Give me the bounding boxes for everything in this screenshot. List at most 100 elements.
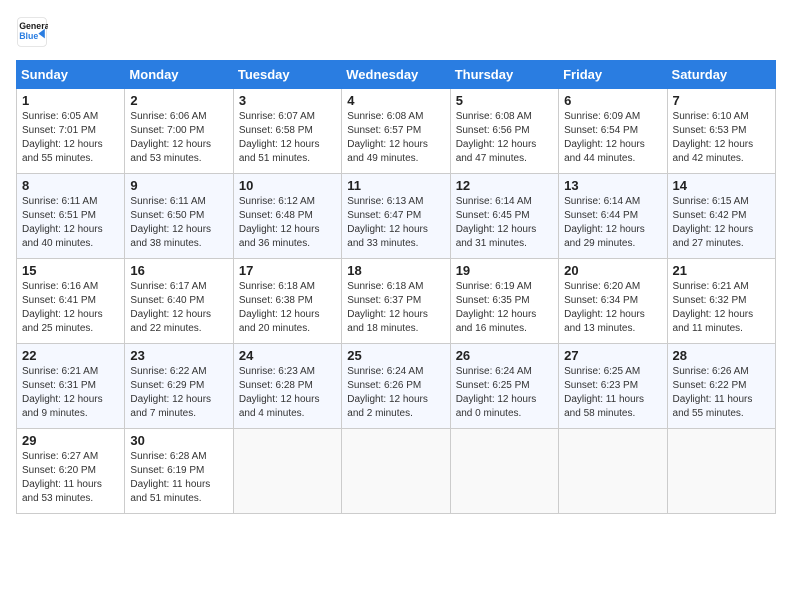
day-number: 23	[130, 348, 227, 363]
calendar-cell: 1 Sunrise: 6:05 AM Sunset: 7:01 PM Dayli…	[17, 89, 125, 174]
weekday-header-friday: Friday	[559, 61, 667, 89]
cell-info: Sunrise: 6:05 AM Sunset: 7:01 PM Dayligh…	[22, 110, 119, 166]
cell-info: Sunrise: 6:09 AM Sunset: 6:54 PM Dayligh…	[564, 110, 661, 166]
weekday-header-wednesday: Wednesday	[342, 61, 450, 89]
calendar-week-4: 22 Sunrise: 6:21 AM Sunset: 6:31 PM Dayl…	[17, 344, 776, 429]
cell-info: Sunrise: 6:06 AM Sunset: 7:00 PM Dayligh…	[130, 110, 227, 166]
calendar-cell: 10 Sunrise: 6:12 AM Sunset: 6:48 PM Dayl…	[233, 174, 341, 259]
calendar-cell: 12 Sunrise: 6:14 AM Sunset: 6:45 PM Dayl…	[450, 174, 558, 259]
day-number: 3	[239, 93, 336, 108]
calendar-cell: 7 Sunrise: 6:10 AM Sunset: 6:53 PM Dayli…	[667, 89, 775, 174]
day-number: 28	[673, 348, 770, 363]
cell-info: Sunrise: 6:23 AM Sunset: 6:28 PM Dayligh…	[239, 365, 336, 421]
calendar-cell: 9 Sunrise: 6:11 AM Sunset: 6:50 PM Dayli…	[125, 174, 233, 259]
cell-info: Sunrise: 6:26 AM Sunset: 6:22 PM Dayligh…	[673, 365, 770, 421]
calendar-cell: 30 Sunrise: 6:28 AM Sunset: 6:19 PM Dayl…	[125, 429, 233, 514]
day-number: 20	[564, 263, 661, 278]
day-number: 22	[22, 348, 119, 363]
calendar-week-2: 8 Sunrise: 6:11 AM Sunset: 6:51 PM Dayli…	[17, 174, 776, 259]
cell-info: Sunrise: 6:18 AM Sunset: 6:37 PM Dayligh…	[347, 280, 444, 336]
calendar-table: SundayMondayTuesdayWednesdayThursdayFrid…	[16, 60, 776, 514]
weekday-header-saturday: Saturday	[667, 61, 775, 89]
cell-info: Sunrise: 6:20 AM Sunset: 6:34 PM Dayligh…	[564, 280, 661, 336]
calendar-week-5: 29 Sunrise: 6:27 AM Sunset: 6:20 PM Dayl…	[17, 429, 776, 514]
day-number: 17	[239, 263, 336, 278]
weekday-header-tuesday: Tuesday	[233, 61, 341, 89]
calendar-cell: 18 Sunrise: 6:18 AM Sunset: 6:37 PM Dayl…	[342, 259, 450, 344]
cell-info: Sunrise: 6:24 AM Sunset: 6:25 PM Dayligh…	[456, 365, 553, 421]
day-number: 25	[347, 348, 444, 363]
calendar-cell: 15 Sunrise: 6:16 AM Sunset: 6:41 PM Dayl…	[17, 259, 125, 344]
day-number: 1	[22, 93, 119, 108]
day-number: 26	[456, 348, 553, 363]
calendar-cell: 25 Sunrise: 6:24 AM Sunset: 6:26 PM Dayl…	[342, 344, 450, 429]
calendar-cell: 28 Sunrise: 6:26 AM Sunset: 6:22 PM Dayl…	[667, 344, 775, 429]
calendar-cell: 14 Sunrise: 6:15 AM Sunset: 6:42 PM Dayl…	[667, 174, 775, 259]
calendar-cell: 23 Sunrise: 6:22 AM Sunset: 6:29 PM Dayl…	[125, 344, 233, 429]
cell-info: Sunrise: 6:07 AM Sunset: 6:58 PM Dayligh…	[239, 110, 336, 166]
calendar-cell: 20 Sunrise: 6:20 AM Sunset: 6:34 PM Dayl…	[559, 259, 667, 344]
cell-info: Sunrise: 6:11 AM Sunset: 6:51 PM Dayligh…	[22, 195, 119, 251]
calendar-cell: 13 Sunrise: 6:14 AM Sunset: 6:44 PM Dayl…	[559, 174, 667, 259]
logo: General Blue	[16, 16, 48, 48]
calendar-cell: 29 Sunrise: 6:27 AM Sunset: 6:20 PM Dayl…	[17, 429, 125, 514]
day-number: 27	[564, 348, 661, 363]
calendar-cell: 26 Sunrise: 6:24 AM Sunset: 6:25 PM Dayl…	[450, 344, 558, 429]
calendar-cell: 24 Sunrise: 6:23 AM Sunset: 6:28 PM Dayl…	[233, 344, 341, 429]
day-number: 16	[130, 263, 227, 278]
cell-info: Sunrise: 6:10 AM Sunset: 6:53 PM Dayligh…	[673, 110, 770, 166]
day-number: 5	[456, 93, 553, 108]
cell-info: Sunrise: 6:16 AM Sunset: 6:41 PM Dayligh…	[22, 280, 119, 336]
day-number: 9	[130, 178, 227, 193]
cell-info: Sunrise: 6:12 AM Sunset: 6:48 PM Dayligh…	[239, 195, 336, 251]
calendar-cell: 8 Sunrise: 6:11 AM Sunset: 6:51 PM Dayli…	[17, 174, 125, 259]
day-number: 6	[564, 93, 661, 108]
day-number: 7	[673, 93, 770, 108]
cell-info: Sunrise: 6:27 AM Sunset: 6:20 PM Dayligh…	[22, 450, 119, 506]
weekday-header-sunday: Sunday	[17, 61, 125, 89]
calendar-cell: 22 Sunrise: 6:21 AM Sunset: 6:31 PM Dayl…	[17, 344, 125, 429]
cell-info: Sunrise: 6:08 AM Sunset: 6:56 PM Dayligh…	[456, 110, 553, 166]
weekday-header-thursday: Thursday	[450, 61, 558, 89]
day-number: 8	[22, 178, 119, 193]
cell-info: Sunrise: 6:14 AM Sunset: 6:44 PM Dayligh…	[564, 195, 661, 251]
cell-info: Sunrise: 6:11 AM Sunset: 6:50 PM Dayligh…	[130, 195, 227, 251]
day-number: 2	[130, 93, 227, 108]
day-number: 14	[673, 178, 770, 193]
day-number: 30	[130, 433, 227, 448]
calendar-cell: 27 Sunrise: 6:25 AM Sunset: 6:23 PM Dayl…	[559, 344, 667, 429]
calendar-cell: 6 Sunrise: 6:09 AM Sunset: 6:54 PM Dayli…	[559, 89, 667, 174]
svg-text:General: General	[19, 21, 48, 31]
calendar-cell	[667, 429, 775, 514]
day-number: 10	[239, 178, 336, 193]
cell-info: Sunrise: 6:17 AM Sunset: 6:40 PM Dayligh…	[130, 280, 227, 336]
cell-info: Sunrise: 6:08 AM Sunset: 6:57 PM Dayligh…	[347, 110, 444, 166]
day-number: 13	[564, 178, 661, 193]
calendar-cell	[450, 429, 558, 514]
cell-info: Sunrise: 6:22 AM Sunset: 6:29 PM Dayligh…	[130, 365, 227, 421]
cell-info: Sunrise: 6:21 AM Sunset: 6:32 PM Dayligh…	[673, 280, 770, 336]
day-number: 18	[347, 263, 444, 278]
calendar-cell	[559, 429, 667, 514]
calendar-cell: 21 Sunrise: 6:21 AM Sunset: 6:32 PM Dayl…	[667, 259, 775, 344]
cell-info: Sunrise: 6:18 AM Sunset: 6:38 PM Dayligh…	[239, 280, 336, 336]
cell-info: Sunrise: 6:13 AM Sunset: 6:47 PM Dayligh…	[347, 195, 444, 251]
day-number: 19	[456, 263, 553, 278]
calendar-week-1: 1 Sunrise: 6:05 AM Sunset: 7:01 PM Dayli…	[17, 89, 776, 174]
calendar-week-3: 15 Sunrise: 6:16 AM Sunset: 6:41 PM Dayl…	[17, 259, 776, 344]
day-number: 24	[239, 348, 336, 363]
calendar-cell: 16 Sunrise: 6:17 AM Sunset: 6:40 PM Dayl…	[125, 259, 233, 344]
calendar-cell: 2 Sunrise: 6:06 AM Sunset: 7:00 PM Dayli…	[125, 89, 233, 174]
calendar-cell: 11 Sunrise: 6:13 AM Sunset: 6:47 PM Dayl…	[342, 174, 450, 259]
calendar-cell	[233, 429, 341, 514]
cell-info: Sunrise: 6:28 AM Sunset: 6:19 PM Dayligh…	[130, 450, 227, 506]
day-number: 15	[22, 263, 119, 278]
day-number: 11	[347, 178, 444, 193]
logo-icon: General Blue	[16, 16, 48, 48]
cell-info: Sunrise: 6:14 AM Sunset: 6:45 PM Dayligh…	[456, 195, 553, 251]
cell-info: Sunrise: 6:19 AM Sunset: 6:35 PM Dayligh…	[456, 280, 553, 336]
cell-info: Sunrise: 6:21 AM Sunset: 6:31 PM Dayligh…	[22, 365, 119, 421]
calendar-cell: 17 Sunrise: 6:18 AM Sunset: 6:38 PM Dayl…	[233, 259, 341, 344]
day-number: 29	[22, 433, 119, 448]
svg-text:Blue: Blue	[19, 31, 38, 41]
